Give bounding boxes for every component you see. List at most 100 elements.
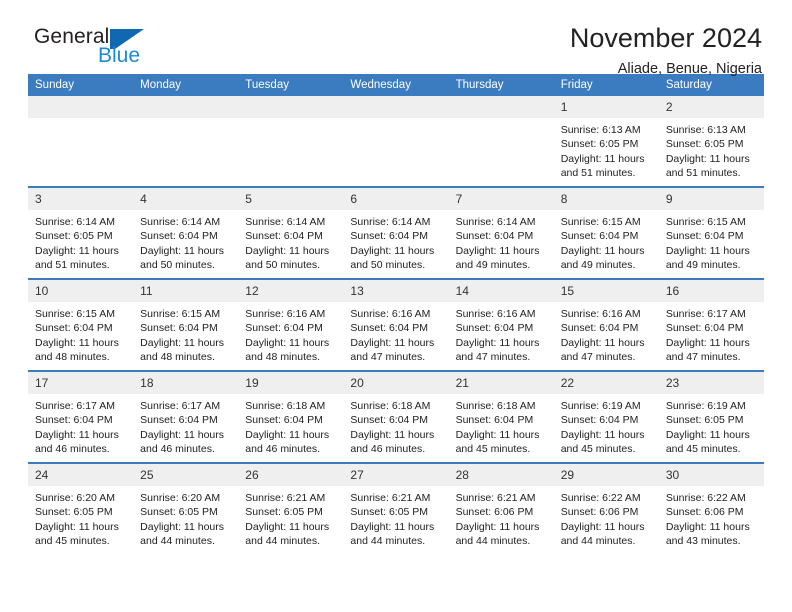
calendar-day-cell[interactable]: 21 Sunrise: 6:18 AM Sunset: 6:04 PM Dayligh… <box>448 370 554 463</box>
calendar-day-cell[interactable]: 13 Sunrise: 6:16 AM Sunset: 6:04 PM Dayligh… <box>343 278 449 371</box>
sunrise-text: Sunrise: 6:16 AM <box>350 308 431 320</box>
page-header: General Blue November 2024 Aliade, Benue… <box>28 0 764 77</box>
brand-logo[interactable]: General Blue <box>34 26 274 76</box>
sunset-text: Sunset: 6:04 PM <box>350 230 429 243</box>
sunset-text: Sunset: 6:04 PM <box>455 230 534 243</box>
sunrise-text: Sunrise: 6:17 AM <box>140 400 221 412</box>
calendar-day-cell[interactable]: 30 Sunrise: 6:22 AM Sunset: 6:06 PM Dayligh… <box>658 462 764 554</box>
calendar-day-cell[interactable]: 25 Sunrise: 6:20 AM Sunset: 6:05 PM Dayligh… <box>133 462 239 554</box>
day-number: 25 <box>133 464 239 486</box>
calendar-day-cell[interactable]: 10 Sunrise: 6:15 AM Sunset: 6:04 PM Dayligh… <box>28 278 134 371</box>
sunset-text: Sunset: 6:04 PM <box>560 230 639 243</box>
daylight-text: Daylight: 11 hours and 48 minutes. <box>140 336 224 363</box>
daylight-text: Daylight: 11 hours and 45 minutes. <box>560 428 645 455</box>
calendar-day-cell[interactable]: 27 Sunrise: 6:21 AM Sunset: 6:05 PM Dayligh… <box>343 462 449 554</box>
sunrise-text: Sunrise: 6:18 AM <box>350 400 431 412</box>
sunset-text: Sunset: 6:05 PM <box>560 138 639 151</box>
daylight-text: Daylight: 11 hours and 51 minutes. <box>35 244 119 271</box>
day-details: Sunrise: 6:17 AM Sunset: 6:04 PM Daylight:… <box>28 394 133 456</box>
sunrise-text: Sunrise: 6:18 AM <box>455 400 536 412</box>
sunset-text: Sunset: 6:04 PM <box>245 322 323 335</box>
day-details: Sunrise: 6:14 AM Sunset: 6:04 PM Daylight:… <box>343 210 448 272</box>
calendar-day-cell[interactable]: 14 Sunrise: 6:16 AM Sunset: 6:04 PM Dayligh… <box>448 278 554 371</box>
calendar-day-cell[interactable]: 19 Sunrise: 6:18 AM Sunset: 6:04 PM Dayligh… <box>238 370 344 463</box>
calendar-day-cell[interactable]: 11 Sunrise: 6:15 AM Sunset: 6:04 PM Dayligh… <box>133 278 239 371</box>
day-details: Sunrise: 6:20 AM Sunset: 6:05 PM Daylight:… <box>28 486 133 548</box>
calendar-day-cell[interactable]: 18 Sunrise: 6:17 AM Sunset: 6:04 PM Dayligh… <box>133 370 239 463</box>
sunrise-text: Sunrise: 6:19 AM <box>560 400 641 412</box>
daylight-text: Daylight: 11 hours and 44 minutes. <box>140 520 224 547</box>
day-number: 22 <box>553 372 659 394</box>
calendar-day-cell[interactable]: 29 Sunrise: 6:22 AM Sunset: 6:06 PM Dayligh… <box>553 462 659 554</box>
calendar-day-cell[interactable]: 23 Sunrise: 6:19 AM Sunset: 6:05 PM Dayligh… <box>658 370 764 463</box>
day-number: 12 <box>238 280 344 302</box>
calendar-day-cell[interactable]: 3 Sunrise: 6:14 AM Sunset: 6:05 PM Daylight… <box>28 186 134 279</box>
calendar-day-cell[interactable]: 15 Sunrise: 6:16 AM Sunset: 6:04 PM Dayligh… <box>553 278 659 371</box>
sunrise-text: Sunrise: 6:14 AM <box>35 216 115 228</box>
day-number <box>238 96 344 118</box>
day-number: 5 <box>238 188 344 210</box>
sunrise-text: Sunrise: 6:14 AM <box>140 216 221 228</box>
day-number: 21 <box>448 372 554 394</box>
sunrise-text: Sunrise: 6:14 AM <box>350 216 431 228</box>
sunrise-text: Sunrise: 6:16 AM <box>245 308 326 320</box>
calendar-day-cell[interactable]: 6 Sunrise: 6:14 AM Sunset: 6:04 PM Daylight… <box>343 186 449 279</box>
sunset-text: Sunset: 6:04 PM <box>140 230 218 243</box>
calendar-day-cell[interactable]: 12 Sunrise: 6:16 AM Sunset: 6:04 PM Dayligh… <box>238 278 344 371</box>
day-number: 26 <box>238 464 344 486</box>
sunrise-text: Sunrise: 6:22 AM <box>665 492 746 504</box>
day-number: 6 <box>343 188 449 210</box>
sunset-text: Sunset: 6:04 PM <box>140 322 218 335</box>
sunset-text: Sunset: 6:06 PM <box>665 506 744 519</box>
calendar-day-cell[interactable]: 2 Sunrise: 6:13 AM Sunset: 6:05 PM Daylight… <box>658 96 764 187</box>
calendar-day-cell[interactable]: 7 Sunrise: 6:14 AM Sunset: 6:04 PM Daylight… <box>448 186 554 279</box>
day-details: Sunrise: 6:17 AM Sunset: 6:04 PM Daylight:… <box>659 302 764 364</box>
day-details: Sunrise: 6:16 AM Sunset: 6:04 PM Daylight:… <box>343 302 448 364</box>
day-details: Sunrise: 6:18 AM Sunset: 6:04 PM Daylight:… <box>343 394 448 456</box>
sunset-text: Sunset: 6:04 PM <box>245 230 323 243</box>
sunrise-text: Sunrise: 6:17 AM <box>665 308 746 320</box>
calendar-week-row: 1 Sunrise: 6:13 AM Sunset: 6:05 PM Daylight… <box>28 96 764 187</box>
calendar-day-cell[interactable]: 28 Sunrise: 6:21 AM Sunset: 6:06 PM Dayligh… <box>448 462 554 554</box>
day-details: Sunrise: 6:15 AM Sunset: 6:04 PM Daylight:… <box>659 210 764 272</box>
calendar-day-cell[interactable]: 17 Sunrise: 6:17 AM Sunset: 6:04 PM Dayligh… <box>28 370 134 463</box>
sunset-text: Sunset: 6:04 PM <box>350 322 429 335</box>
calendar-day-cell[interactable]: 1 Sunrise: 6:13 AM Sunset: 6:05 PM Daylight… <box>553 96 659 187</box>
sunrise-text: Sunrise: 6:21 AM <box>455 492 536 504</box>
daylight-text: Daylight: 11 hours and 50 minutes. <box>140 244 224 271</box>
daylight-text: Daylight: 11 hours and 46 minutes. <box>35 428 119 455</box>
day-details: Sunrise: 6:18 AM Sunset: 6:04 PM Daylight:… <box>238 394 343 456</box>
calendar-page: General Blue November 2024 Aliade, Benue… <box>0 0 792 612</box>
sunset-text: Sunset: 6:05 PM <box>350 506 429 519</box>
calendar-day-cell[interactable]: 20 Sunrise: 6:18 AM Sunset: 6:04 PM Dayligh… <box>343 370 449 463</box>
sunset-text: Sunset: 6:04 PM <box>455 322 534 335</box>
calendar-day-cell[interactable]: 22 Sunrise: 6:19 AM Sunset: 6:04 PM Dayligh… <box>553 370 659 463</box>
calendar-day-cell[interactable]: 16 Sunrise: 6:17 AM Sunset: 6:04 PM Dayligh… <box>658 278 764 371</box>
day-number: 29 <box>553 464 659 486</box>
calendar-day-cell[interactable]: 4 Sunrise: 6:14 AM Sunset: 6:04 PM Daylight… <box>133 186 239 279</box>
daylight-text: Daylight: 11 hours and 50 minutes. <box>350 244 435 271</box>
day-details: Sunrise: 6:14 AM Sunset: 6:04 PM Daylight:… <box>449 210 554 272</box>
day-number: 20 <box>343 372 449 394</box>
daylight-text: Daylight: 11 hours and 47 minutes. <box>350 336 435 363</box>
day-number: 4 <box>133 188 239 210</box>
daylight-text: Daylight: 11 hours and 44 minutes. <box>455 520 540 547</box>
sunset-text: Sunset: 6:04 PM <box>35 322 113 335</box>
calendar-day-cell[interactable]: 8 Sunrise: 6:15 AM Sunset: 6:04 PM Daylight… <box>553 186 659 279</box>
calendar-day-cell[interactable]: 5 Sunrise: 6:14 AM Sunset: 6:04 PM Daylight… <box>238 186 344 279</box>
day-details: Sunrise: 6:15 AM Sunset: 6:04 PM Daylight:… <box>28 302 133 364</box>
daylight-text: Daylight: 11 hours and 47 minutes. <box>455 336 540 363</box>
daylight-text: Daylight: 11 hours and 44 minutes. <box>560 520 645 547</box>
day-details: Sunrise: 6:20 AM Sunset: 6:05 PM Daylight:… <box>133 486 238 548</box>
sunset-text: Sunset: 6:04 PM <box>245 414 323 427</box>
calendar-day-cell[interactable]: 26 Sunrise: 6:21 AM Sunset: 6:05 PM Dayligh… <box>238 462 344 554</box>
day-number: 10 <box>28 280 134 302</box>
day-details: Sunrise: 6:16 AM Sunset: 6:04 PM Daylight:… <box>238 302 343 364</box>
calendar-day-cell[interactable]: 24 Sunrise: 6:20 AM Sunset: 6:05 PM Dayligh… <box>28 462 134 554</box>
day-number: 18 <box>133 372 239 394</box>
sunrise-text: Sunrise: 6:17 AM <box>35 400 115 412</box>
daylight-text: Daylight: 11 hours and 48 minutes. <box>245 336 330 363</box>
day-number: 1 <box>553 96 659 118</box>
calendar-day-cell[interactable]: 9 Sunrise: 6:15 AM Sunset: 6:04 PM Daylight… <box>658 186 764 279</box>
sunrise-text: Sunrise: 6:15 AM <box>560 216 641 228</box>
